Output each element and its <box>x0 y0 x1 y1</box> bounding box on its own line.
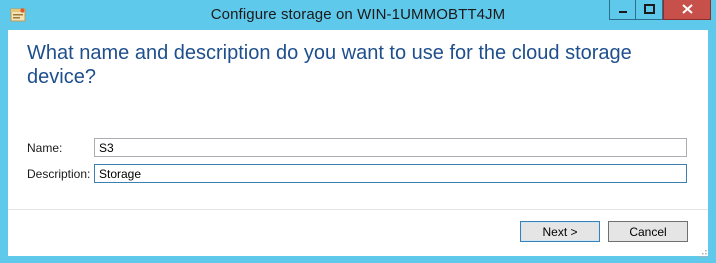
next-button[interactable]: Next > <box>520 221 600 242</box>
description-label: Description: <box>27 167 91 181</box>
name-field[interactable] <box>94 138 687 157</box>
minimize-icon <box>618 1 628 19</box>
maximize-icon <box>643 1 655 19</box>
cancel-button[interactable]: Cancel <box>608 221 688 242</box>
footer-divider <box>8 209 708 210</box>
maximize-button[interactable] <box>636 0 663 20</box>
description-field[interactable] <box>94 164 687 183</box>
close-button[interactable] <box>663 0 711 20</box>
name-label: Name: <box>27 141 63 155</box>
resize-grip-icon[interactable] <box>697 245 707 258</box>
configure-storage-window: Configure storage on WIN-1UMMOBTT4JM Wha… <box>0 0 716 258</box>
wizard-content: What name and description do you want to… <box>8 30 708 258</box>
page-heading: What name and description do you want to… <box>27 42 632 88</box>
minimize-button[interactable] <box>609 0 636 20</box>
close-icon <box>681 1 693 19</box>
title-bar[interactable]: Configure storage on WIN-1UMMOBTT4JM <box>0 0 716 30</box>
